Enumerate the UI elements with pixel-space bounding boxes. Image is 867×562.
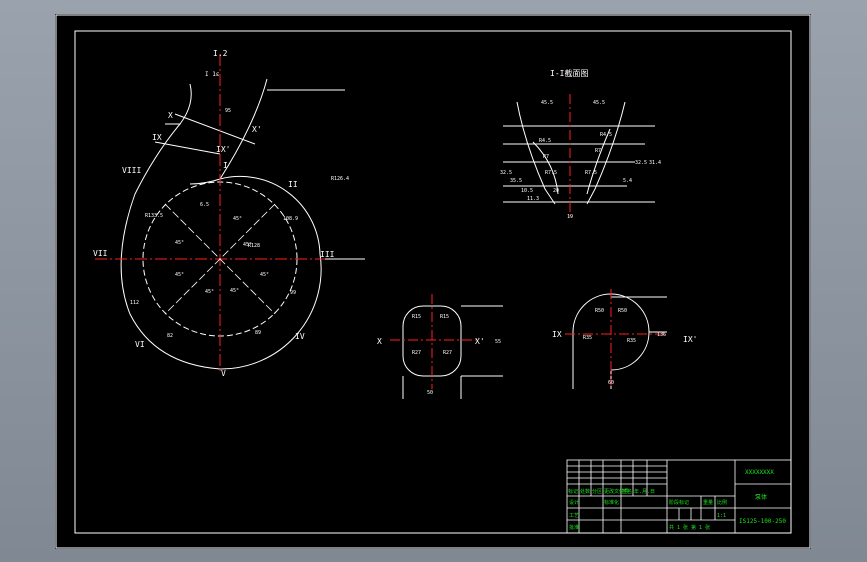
section-IX-label-right: IX' [683, 335, 697, 344]
section-IX-view: IX IX' R50 R50 R35 R35 136 60 [552, 289, 697, 389]
section-note-top: I 1ε [205, 71, 220, 78]
tongue-line [189, 178, 221, 185]
dim-ang1: 45° [233, 216, 242, 222]
volute-outline [120, 123, 322, 370]
label-X: X [168, 111, 173, 120]
tb-row-5: 年.月.日 [634, 488, 655, 495]
section-IX-dim-2: R35 [583, 335, 592, 341]
section-X-view: X X' R15 R15 R27 R27 50 55 [377, 294, 503, 399]
dim-ang6: 45° [205, 289, 214, 295]
section-I-dim-13: 5.4 [623, 178, 632, 184]
section-X-label-left: X [377, 337, 382, 346]
dim-ang4: 45° [175, 272, 184, 278]
label-III: III [320, 250, 335, 259]
section-I-right-wall [586, 101, 626, 205]
label-VII: VII [93, 249, 108, 258]
section-X-dim-4: 50 [427, 390, 433, 396]
dim-d3: 108.9 [283, 216, 298, 222]
tb-drawing-name: 泵体 [755, 493, 767, 501]
section-I-dim-4: R7 [543, 154, 549, 160]
section-I-dim-11: 31.4 [649, 160, 661, 166]
tb-standard: 标准化 [604, 499, 619, 506]
section-I-dim-10: 32.5 [635, 160, 647, 166]
section-mark-top: I.2 [213, 49, 228, 58]
label-IX: IX [152, 133, 162, 142]
outer-frame [55, 14, 811, 549]
dim-d6: 89 [255, 330, 261, 336]
label-Xp: X' [252, 125, 262, 134]
tb-row-4: 签名 [622, 488, 632, 495]
section-I-dim-1: 45.5 [593, 100, 605, 106]
label-IXp: IX' [216, 145, 230, 154]
inner-frame [74, 30, 792, 534]
dim-d2: 6.5 [200, 202, 209, 208]
label-V: V [221, 369, 226, 378]
section-I-dim-9: 35.5 [510, 178, 522, 184]
section-I-title: I-I截面图 [550, 68, 588, 78]
main-view-dims: R128 R133.5 6.5 108.9 R126.4 99 89 112 8… [130, 108, 349, 339]
dim-ang7: 45° [230, 288, 239, 294]
section-I-dim-5: R7 [595, 148, 601, 154]
section-I-dim-3: R4.5 [600, 132, 612, 138]
tb-stage: 阶段标记 [669, 499, 689, 506]
section-I-dim-14: 20 [553, 188, 559, 194]
label-VIII: VIII [122, 166, 141, 175]
tb-weight: 重量 [703, 499, 713, 506]
section-IX-dim-4: 136 [657, 332, 666, 338]
section-I-dim-2: R4.5 [539, 138, 551, 144]
section-I-dim-6: R7.5 [545, 170, 557, 176]
section-IX-dim-5: 60 [608, 380, 614, 386]
title-block: 标记 处数 分区 更改文件号 签名 年.月.日 设计 标准化 工艺 批准 阶段标… [566, 459, 792, 534]
section-IX-label-left: IX [552, 330, 562, 339]
tb-row-0: 标记 [568, 488, 578, 495]
section-X-dim-5: 55 [495, 339, 501, 345]
dim-ang2: 45° [175, 240, 184, 246]
label-VI: VI [135, 340, 145, 349]
section-I-dim-16: 19 [567, 214, 573, 220]
section-IX-dim-3: R35 [627, 338, 636, 344]
section-X-label-right: X' [475, 337, 485, 346]
section-X-dim-0: R15 [412, 314, 421, 320]
tb-scale-value: 1:1 [717, 513, 726, 519]
section-X-line [174, 113, 256, 145]
section-I-dim-8: 32.5 [500, 170, 512, 176]
section-I-dim-15: 11.3 [527, 196, 539, 202]
tb-scale: 比例 [717, 499, 727, 506]
dim-d5: 99 [290, 290, 296, 296]
section-IX-dim-1: R50 [618, 308, 627, 314]
dim-ang3: 45° [243, 242, 252, 248]
section-IX-line [154, 141, 221, 155]
tb-row-2: 分区 [592, 488, 602, 495]
label-I: I [223, 161, 228, 170]
section-X-dim-2: R27 [412, 350, 421, 356]
tb-company: XXXXXXXX [745, 469, 774, 476]
dim-d9: 95 [225, 108, 231, 114]
tb-sheet: 共 1 张 第 1 张 [669, 524, 710, 531]
section-I-dim-12: 10.5 [521, 188, 533, 194]
dim-d4: R126.4 [331, 176, 349, 182]
drawing-viewport[interactable]: I.2 I 1ε X X' IX IX' I II III IV V VI VI… [55, 14, 811, 549]
tb-design: 设计 [569, 499, 579, 506]
dim-ang5: 45° [260, 272, 269, 278]
tb-drawing-number: IS125-100-250 [739, 518, 786, 525]
section-X-dim-1: R15 [440, 314, 449, 320]
main-view [120, 78, 365, 370]
cad-drawing: I.2 I 1ε X X' IX IX' I II III IV V VI VI… [55, 14, 811, 549]
section-X-dim-3: R27 [443, 350, 452, 356]
label-IV: IV [295, 332, 305, 341]
dim-d8: 82 [167, 333, 173, 339]
tb-process: 工艺 [569, 513, 579, 519]
dim-d7: 112 [130, 300, 139, 306]
section-IX-dim-0: R50 [595, 308, 604, 314]
section-I-dim-0: 45.5 [541, 100, 553, 106]
main-centerlines [95, 54, 325, 374]
tb-approve: 批准 [569, 524, 579, 531]
section-I-view: I-I截面图 45.5 45.5 R4.5 R4.5 R7 R7 R7.5 R7… [500, 68, 661, 220]
dim-d1: R133.5 [145, 213, 163, 219]
tb-row-1: 处数 [580, 488, 590, 495]
section-I-dim-7: R7.5 [585, 170, 597, 176]
label-II: II [288, 180, 298, 189]
